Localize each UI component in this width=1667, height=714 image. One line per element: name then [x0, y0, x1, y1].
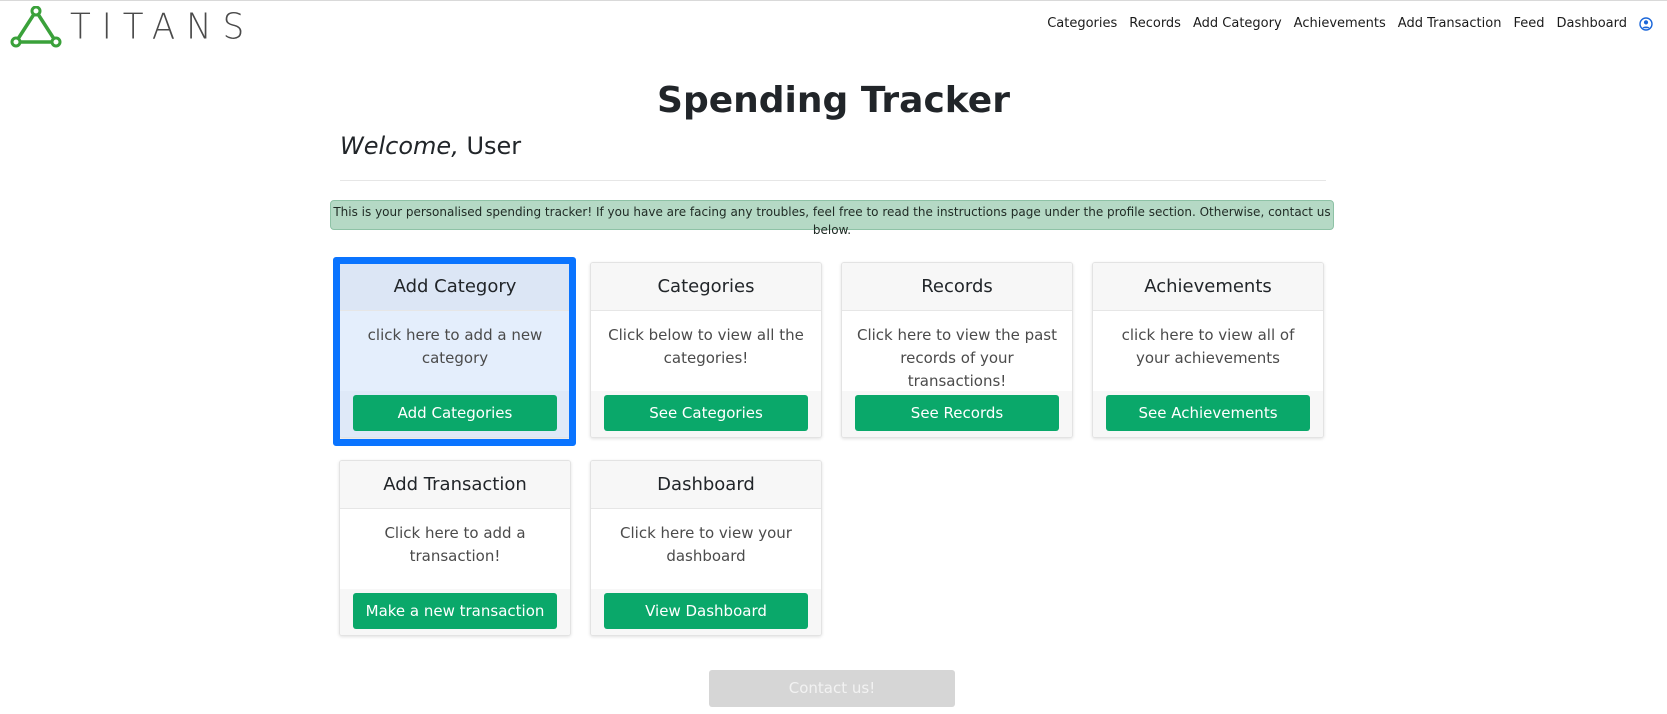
welcome-greeting: Welcome,	[340, 132, 459, 160]
see-achievements-button[interactable]: See Achievements	[1106, 395, 1310, 431]
card-title: Records	[842, 263, 1072, 311]
nav-link-achievements[interactable]: Achievements	[1294, 16, 1386, 31]
card-footer: See Categories	[591, 391, 821, 437]
brand-name: TITANS	[70, 6, 256, 49]
see-categories-button[interactable]: See Categories	[604, 395, 808, 431]
nav-link-add-category[interactable]: Add Category	[1193, 16, 1282, 31]
nav-link-categories[interactable]: Categories	[1047, 16, 1117, 31]
card-add-category: Add Category click here to add a new cat…	[339, 262, 571, 438]
card-dashboard: Dashboard Click here to view your dashbo…	[590, 460, 822, 636]
card-add-transaction: Add Transaction Click here to add a tran…	[339, 460, 571, 636]
card-footer: Make a new transaction	[340, 589, 570, 635]
card-title: Achievements	[1093, 263, 1323, 311]
page-title: Spending Tracker	[657, 80, 1010, 121]
card-footer: View Dashboard	[591, 589, 821, 635]
welcome-message: Welcome, User	[340, 132, 521, 160]
nav-links: Categories Records Add Category Achievem…	[1035, 16, 1653, 31]
add-categories-button[interactable]: Add Categories	[353, 395, 557, 431]
card-footer: See Records	[842, 391, 1072, 437]
card-text: click here to add a new category	[367, 326, 543, 367]
card-text: Click here to add a transaction!	[384, 524, 526, 565]
titans-logo-icon	[10, 6, 62, 48]
see-records-button[interactable]: See Records	[855, 395, 1059, 431]
make-transaction-button[interactable]: Make a new transaction	[353, 593, 557, 629]
nav-link-add-transaction[interactable]: Add Transaction	[1398, 16, 1502, 31]
nav-link-feed[interactable]: Feed	[1513, 16, 1544, 31]
card-records: Records Click here to view the past reco…	[841, 262, 1073, 438]
info-alert: This is your personalised spending track…	[330, 200, 1334, 237]
welcome-username: User	[458, 132, 522, 160]
card-title: Add Transaction	[340, 461, 570, 509]
brand-logo[interactable]: TITANS	[10, 6, 255, 48]
view-dashboard-button[interactable]: View Dashboard	[604, 593, 808, 629]
card-title: Add Category	[340, 263, 570, 311]
user-circle-icon[interactable]	[1639, 16, 1653, 31]
nav-link-records[interactable]: Records	[1129, 16, 1181, 31]
card-footer: See Achievements	[1093, 391, 1323, 437]
card-achievements: Achievements click here to view all of y…	[1092, 262, 1324, 438]
card-text: Click below to view all the categories!	[608, 326, 804, 367]
card-text: click here to view all of your achieveme…	[1121, 326, 1295, 367]
card-text: Click here to view the past records of y…	[856, 326, 1057, 390]
contact-us-button[interactable]: Contact us!	[709, 670, 955, 707]
card-text: Click here to view your dashboard	[620, 524, 792, 565]
divider	[340, 180, 1326, 181]
nav-link-dashboard[interactable]: Dashboard	[1556, 16, 1627, 31]
card-title: Dashboard	[591, 461, 821, 509]
navbar: TITANS Categories Records Add Category A…	[0, 0, 1667, 52]
card-categories: Categories Click below to view all the c…	[590, 262, 822, 438]
card-footer: Add Categories	[340, 391, 570, 437]
card-title: Categories	[591, 263, 821, 311]
